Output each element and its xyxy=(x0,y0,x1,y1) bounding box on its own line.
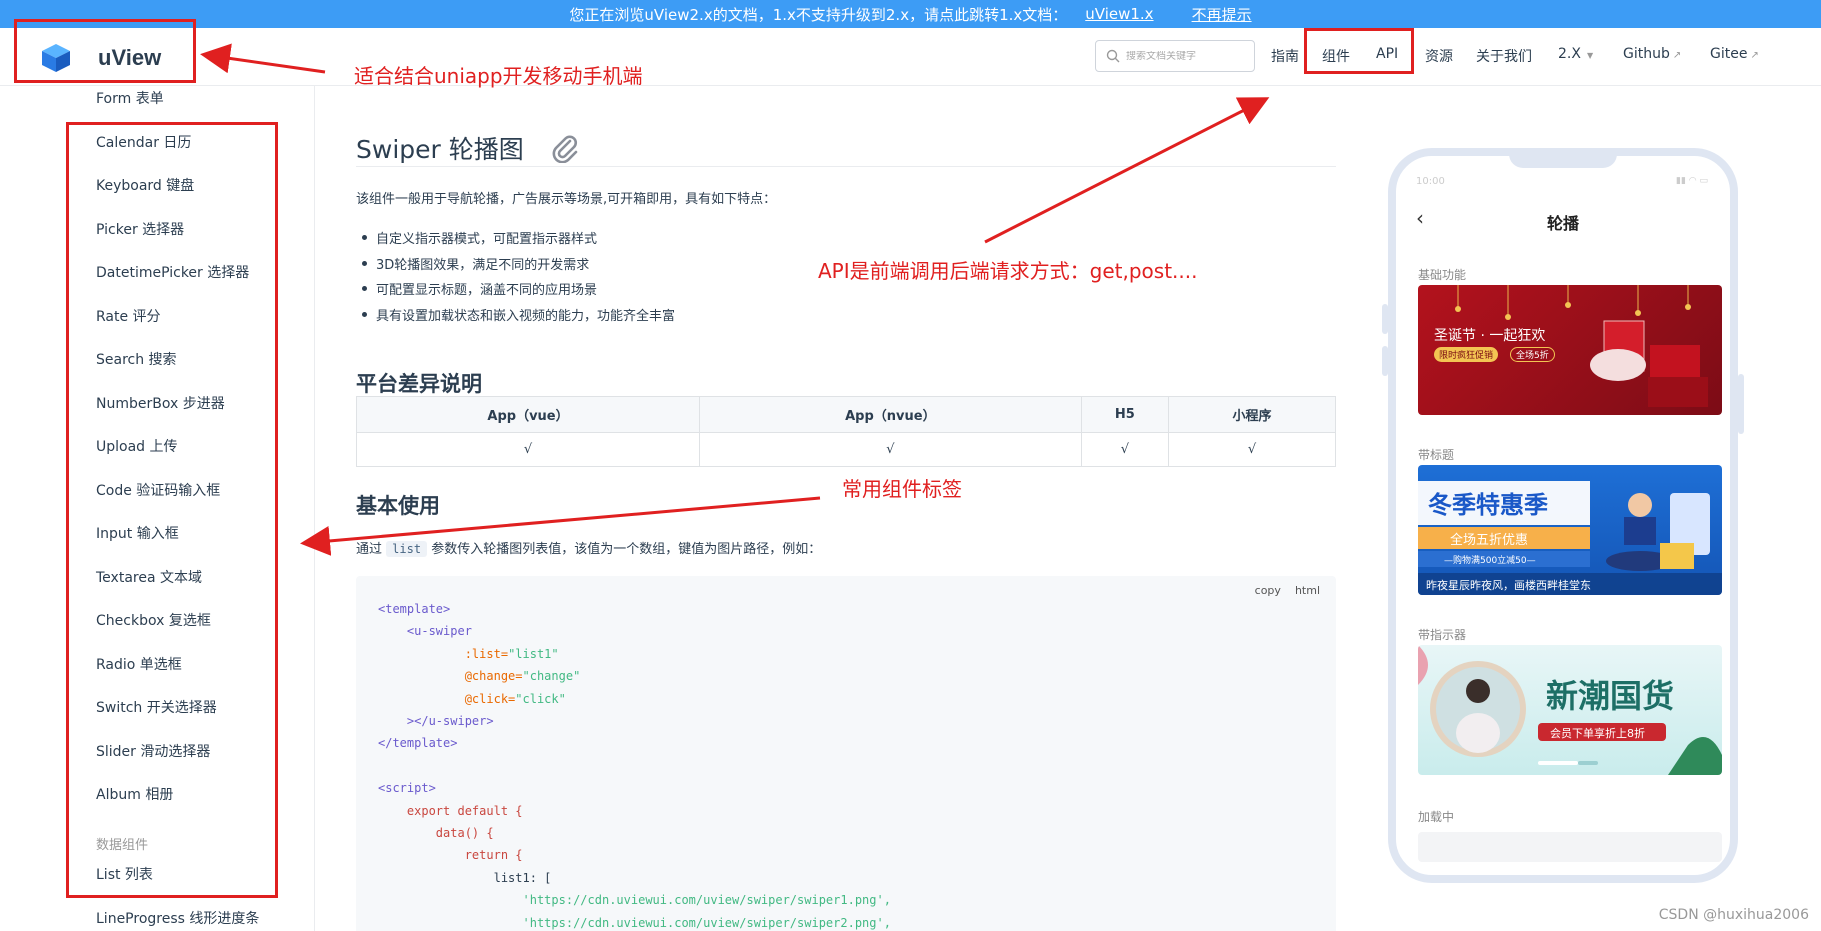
arrow-to-sidebar xyxy=(300,496,821,556)
watermark: CSDN @huxihua2006 xyxy=(1658,907,1809,923)
arrow-to-logo xyxy=(200,43,326,74)
arrow-to-api xyxy=(984,97,1270,244)
annotation-arrows xyxy=(200,43,1270,556)
